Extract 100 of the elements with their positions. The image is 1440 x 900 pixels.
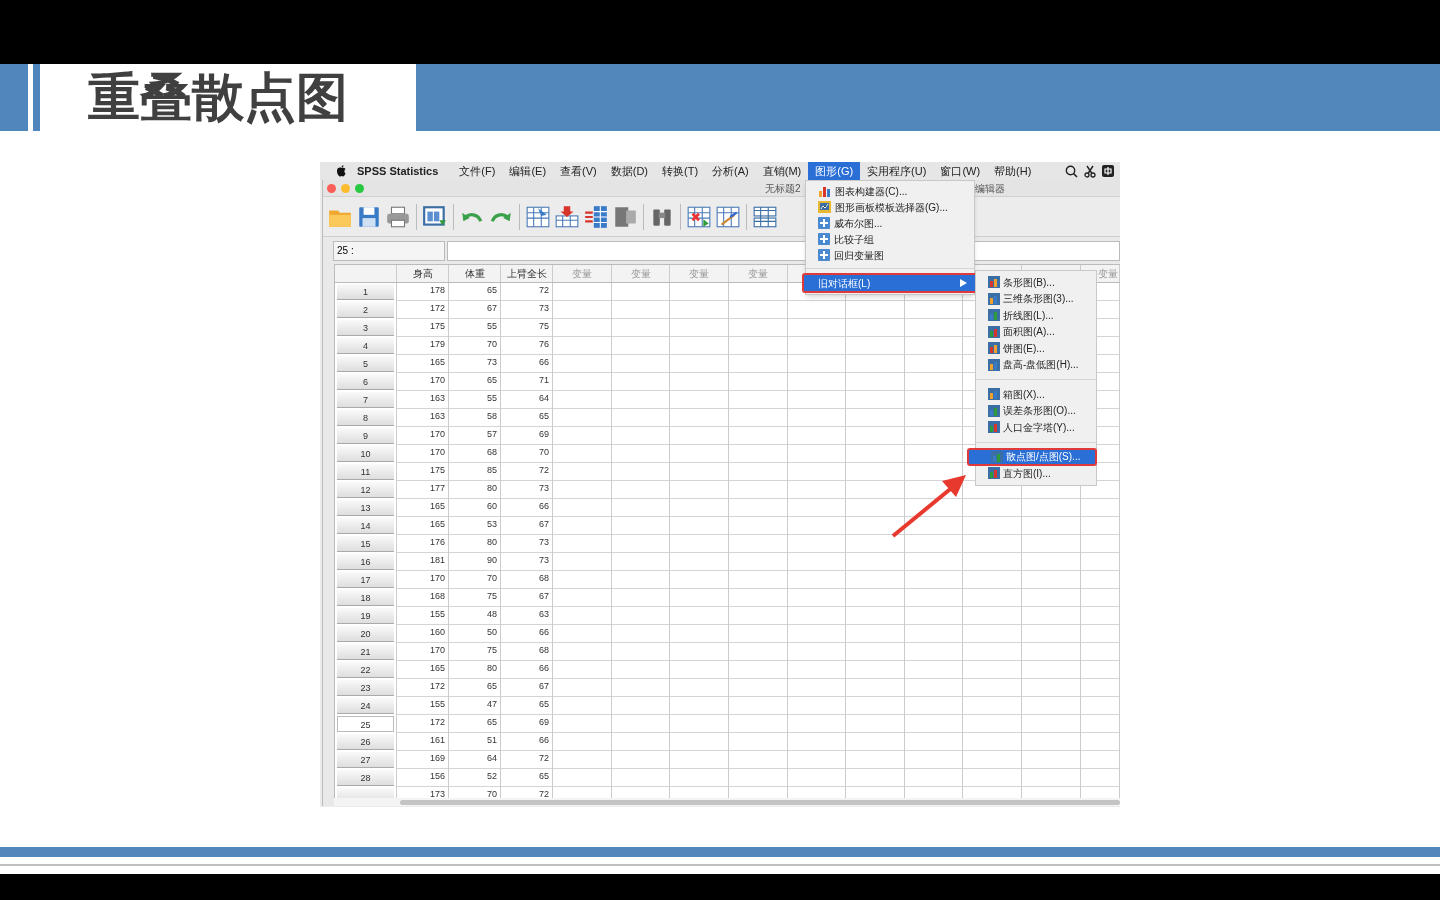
table-cell[interactable]: 163	[397, 409, 449, 427]
table-cell[interactable]: 65	[501, 769, 553, 787]
row-header[interactable]: 3	[337, 320, 394, 336]
row-header[interactable]: 2	[337, 302, 394, 318]
table-cell[interactable]: 169	[397, 751, 449, 769]
table-cell[interactable]: 58	[449, 409, 501, 427]
table-cell[interactable]: 76	[501, 337, 553, 355]
table-cell[interactable]: 47	[449, 697, 501, 715]
row-header[interactable]: 16	[337, 554, 394, 570]
table-cell[interactable]: 170	[397, 427, 449, 445]
row-header[interactable]: 8	[337, 410, 394, 426]
row-header[interactable]: 13	[337, 500, 394, 516]
menu-item[interactable]: 折线图(L)...	[976, 307, 1096, 324]
table-cell[interactable]: 69	[501, 427, 553, 445]
table-cell[interactable]: 50	[449, 625, 501, 643]
row-header[interactable]: 22	[337, 662, 394, 678]
row-header[interactable]: 7	[337, 392, 394, 408]
table-cell[interactable]: 65	[449, 715, 501, 733]
table-cell[interactable]: 65	[449, 373, 501, 391]
table-cell[interactable]: 66	[501, 661, 553, 679]
menu-item[interactable]: 饼图(E)...	[976, 340, 1096, 357]
table-cell[interactable]: 67	[501, 589, 553, 607]
table-cell[interactable]: 68	[501, 643, 553, 661]
table-cell[interactable]: 73	[501, 553, 553, 571]
table-cell[interactable]: 67	[501, 679, 553, 697]
table-cell[interactable]: 156	[397, 769, 449, 787]
table-cell[interactable]: 64	[501, 391, 553, 409]
menu-item[interactable]: 数据(D)	[603, 162, 655, 180]
table-cell[interactable]: 85	[449, 463, 501, 481]
table-cell[interactable]: 63	[501, 607, 553, 625]
table-cell[interactable]: 80	[449, 481, 501, 499]
table-cell[interactable]: 172	[397, 715, 449, 733]
table-cell[interactable]: 90	[449, 553, 501, 571]
column-header[interactable]: 身高	[412, 266, 433, 281]
table-cell[interactable]: 65	[449, 283, 501, 301]
row-header[interactable]: 1	[337, 284, 394, 300]
table-cell[interactable]: 69	[501, 715, 553, 733]
table-cell[interactable]: 172	[397, 679, 449, 697]
menu-item[interactable]: 旧对话框(L)	[803, 274, 977, 292]
table-cell[interactable]: 165	[397, 661, 449, 679]
menu-item[interactable]: 人口金字塔(Y)...	[976, 419, 1096, 436]
table-cell[interactable]: 176	[397, 535, 449, 553]
row-header[interactable]: 19	[337, 608, 394, 624]
table-cell[interactable]: 172	[397, 301, 449, 319]
table-cell[interactable]: 73	[501, 535, 553, 553]
table-cell[interactable]: 161	[397, 733, 449, 751]
table-cell[interactable]: 72	[501, 283, 553, 301]
row-header[interactable]: 20	[337, 626, 394, 642]
table-cell[interactable]: 165	[397, 499, 449, 517]
row-header[interactable]: 23	[337, 680, 394, 696]
table-cell[interactable]: 51	[449, 733, 501, 751]
row-header[interactable]: 15	[337, 536, 394, 552]
table-cell[interactable]: 155	[397, 607, 449, 625]
row-header[interactable]: 25	[337, 716, 394, 732]
table-cell[interactable]: 70	[449, 337, 501, 355]
table-cell[interactable]: 179	[397, 337, 449, 355]
table-cell[interactable]: 60	[449, 499, 501, 517]
menu-item[interactable]: 实用程序(U)	[860, 162, 934, 180]
menu-item[interactable]: 散点图/点图(S)...	[968, 448, 1096, 465]
menu-item[interactable]: 面积图(A)...	[976, 323, 1096, 340]
menu-item[interactable]: 误差条形图(O)...	[976, 402, 1096, 419]
table-cell[interactable]: 73	[501, 481, 553, 499]
table-cell[interactable]: 55	[449, 319, 501, 337]
menu-item[interactable]: 窗口(W)	[933, 162, 988, 180]
table-cell[interactable]: 165	[397, 355, 449, 373]
table-cell[interactable]: 68	[449, 445, 501, 463]
table-cell[interactable]: 175	[397, 463, 449, 481]
table-cell[interactable]: 66	[501, 499, 553, 517]
menu-item[interactable]: 回归变量图	[806, 247, 974, 263]
row-header[interactable]: 5	[337, 356, 394, 372]
table-cell[interactable]: 66	[501, 733, 553, 751]
row-header[interactable]: 6	[337, 374, 394, 390]
table-cell[interactable]: 177	[397, 481, 449, 499]
table-cell[interactable]: 165	[397, 517, 449, 535]
table-cell[interactable]: 73	[501, 301, 553, 319]
table-cell[interactable]: 175	[397, 319, 449, 337]
table-cell[interactable]: 70	[501, 445, 553, 463]
menu-item[interactable]: 分析(A)	[705, 162, 756, 180]
menu-item[interactable]: 文件(F)	[452, 162, 503, 180]
menu-item[interactable]: 三维条形图(3)...	[976, 290, 1096, 307]
menu-item[interactable]: 编辑(E)	[502, 162, 554, 180]
table-cell[interactable]: 181	[397, 553, 449, 571]
menu-item[interactable]: 图形画板模板选择器(G)...	[806, 199, 974, 215]
table-cell[interactable]: 170	[397, 373, 449, 391]
row-header[interactable]: 14	[337, 518, 394, 534]
menu-item[interactable]: 图表构建器(C)...	[806, 183, 974, 199]
row-header[interactable]: 27	[337, 752, 394, 768]
menu-item[interactable]: 查看(V)	[553, 162, 604, 180]
row-header[interactable]: 21	[337, 644, 394, 660]
table-cell[interactable]: 57	[449, 427, 501, 445]
table-cell[interactable]: 75	[449, 589, 501, 607]
table-cell[interactable]: 65	[501, 697, 553, 715]
table-cell[interactable]: 178	[397, 283, 449, 301]
table-cell[interactable]: 75	[449, 643, 501, 661]
menu-item[interactable]: 帮助(H)	[987, 162, 1039, 180]
table-cell[interactable]: 70	[449, 571, 501, 589]
table-cell[interactable]: 72	[501, 751, 553, 769]
column-header[interactable]: 上臂全长	[506, 266, 547, 281]
table-cell[interactable]: 55	[449, 391, 501, 409]
menu-item[interactable]: 威布尔图...	[806, 215, 974, 231]
